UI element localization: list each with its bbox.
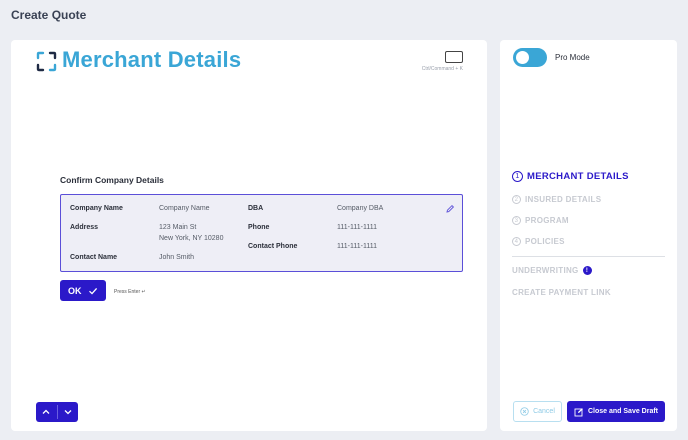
save-label: Close and Save Draft: [587, 408, 659, 415]
steps-divider: [512, 256, 665, 257]
step-label: INSURED DETAILS: [525, 195, 602, 204]
keyboard-shortcut-hint: Ctrl/Command + K: [421, 66, 463, 72]
next-button[interactable]: [58, 402, 79, 422]
keyboard-icon[interactable]: [445, 51, 463, 63]
step-number: 3: [512, 216, 521, 225]
company-details-card: Company Name Company Name Address 123 Ma…: [60, 194, 463, 272]
scan-bracket-icon: [36, 51, 57, 72]
confirm-company-heading: Confirm Company Details: [60, 175, 164, 185]
ok-button[interactable]: OK: [60, 280, 106, 301]
press-enter-hint: Press Enter ↵: [114, 289, 146, 295]
cancel-button[interactable]: Cancel: [513, 401, 562, 422]
close-and-save-draft-button[interactable]: Close and Save Draft: [567, 401, 665, 422]
step-create-payment-link[interactable]: CREATE PAYMENT LINK: [512, 288, 611, 297]
step-insured-details[interactable]: 2 INSURED DETAILS: [512, 195, 601, 204]
phone-value: 111-111-1111: [337, 224, 377, 231]
checkmark-icon: [88, 287, 97, 295]
step-label: POLICIES: [525, 237, 565, 246]
phone-label: Phone: [248, 224, 270, 231]
dba-label: DBA: [248, 205, 264, 212]
contact-phone-value: 111-111-1111: [337, 243, 377, 250]
pro-mode-label: Pro Mode: [555, 53, 590, 62]
address-line1: 123 Main St: [159, 224, 197, 231]
step-label: PROGRAM: [525, 216, 569, 225]
address-label: Address: [70, 224, 99, 231]
page-title: Create Quote: [11, 8, 87, 22]
contact-name-value: John Smith: [159, 254, 195, 261]
step-label: CREATE PAYMENT LINK: [512, 288, 611, 297]
contact-name-label: Contact Name: [70, 254, 118, 261]
previous-button[interactable]: [36, 402, 57, 422]
step-number: 2: [512, 195, 521, 204]
progress-sidebar: Pro Mode 1 MERCHANT DETAILS 2 INSURED DE…: [500, 40, 677, 431]
pro-mode-toggle[interactable]: [513, 48, 547, 67]
contact-phone-label: Contact Phone: [248, 243, 298, 250]
chevron-down-icon: [64, 410, 72, 415]
section-title: Merchant Details: [62, 47, 242, 72]
dba-value: Company DBA: [337, 205, 384, 212]
chevron-up-icon: [42, 409, 50, 414]
toggle-knob: [516, 51, 529, 64]
company-name-label: Company Name: [70, 205, 123, 212]
step-underwriting[interactable]: UNDERWRITING !: [512, 266, 592, 275]
address-line2: New York, NY 10280: [159, 235, 224, 242]
ok-label: OK: [68, 285, 82, 296]
alert-badge: !: [582, 266, 592, 275]
cancel-circle-x-icon: [520, 407, 529, 416]
step-policies[interactable]: 4 POLICIES: [512, 237, 565, 246]
step-label: MERCHANT DETAILS: [527, 171, 629, 182]
step-program[interactable]: 3 PROGRAM: [512, 216, 569, 225]
step-number: 4: [512, 237, 521, 246]
cancel-label: Cancel: [533, 408, 555, 415]
step-label: UNDERWRITING: [512, 266, 579, 275]
step-merchant-details[interactable]: 1 MERCHANT DETAILS: [512, 171, 629, 182]
company-name-value: Company Name: [159, 205, 210, 212]
edit-pencil-icon[interactable]: [445, 204, 455, 214]
question-nav-arrows: [36, 402, 78, 422]
step-number: 1: [512, 171, 523, 182]
edit-square-icon: [574, 407, 583, 416]
main-panel: Merchant Details Ctrl/Command + K Confir…: [11, 40, 487, 431]
